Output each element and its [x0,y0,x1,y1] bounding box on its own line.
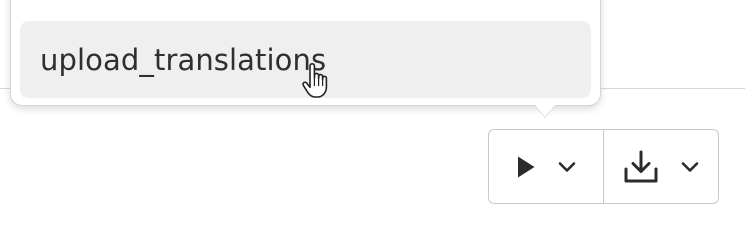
play-icon [518,156,535,177]
download-icon [624,150,658,182]
chevron-down-icon[interactable] [558,161,576,173]
chevron-down-icon[interactable] [681,161,699,173]
dropdown-popover: upload_translations [10,0,601,106]
action-button-group [488,129,719,204]
popover-arrow [535,105,555,117]
download-split-button[interactable] [603,130,718,203]
menu-item-label: upload_translations [40,42,327,77]
screen: upload_translations [0,0,745,247]
run-split-button[interactable] [489,130,603,203]
menu-item-upload-translations[interactable]: upload_translations [20,21,591,98]
